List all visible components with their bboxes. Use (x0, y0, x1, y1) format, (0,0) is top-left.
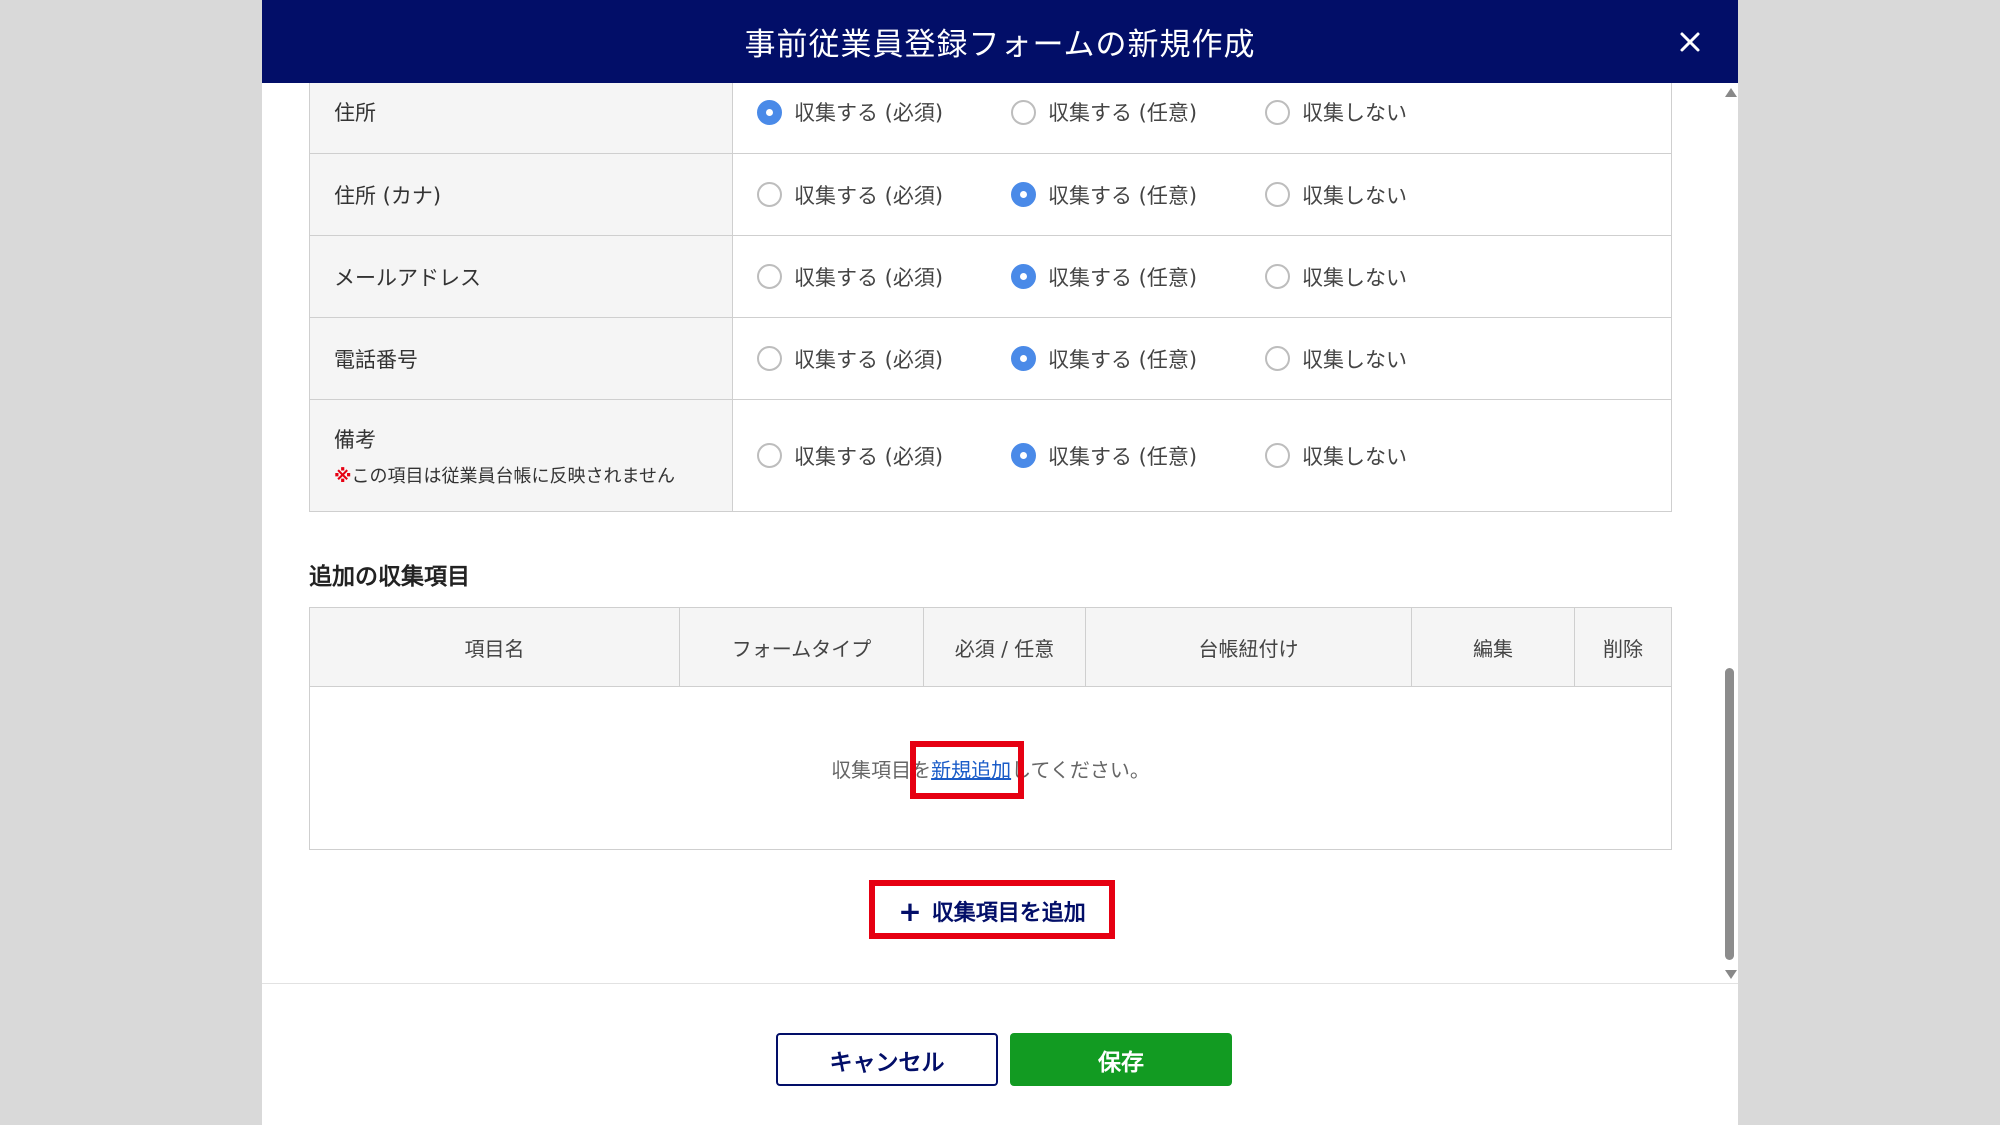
option-label: 収集しない (1302, 183, 1407, 208)
option-required[interactable]: 収集する (必須) (757, 262, 1011, 292)
radio-button[interactable] (1265, 182, 1290, 207)
option-required[interactable]: 収集する (必須) (757, 441, 1011, 471)
column-header: 必須 / 任意 (924, 608, 1086, 686)
close-icon (1680, 32, 1700, 52)
field-options: 収集する (必須) 収集する (任意) 収集しない (733, 154, 1671, 235)
radio-button[interactable] (1011, 264, 1036, 289)
radio-button[interactable] (757, 99, 782, 125)
option-label: 収集する (必須) (794, 183, 944, 208)
option-optional[interactable]: 収集する (任意) (1011, 441, 1265, 471)
empty-suffix: してください。 (1011, 757, 1150, 782)
option-optional[interactable]: 収集する (任意) (1011, 180, 1265, 210)
radio-button[interactable] (1011, 346, 1036, 371)
radio-button[interactable] (1265, 99, 1290, 125)
option-optional[interactable]: 収集する (任意) (1011, 97, 1265, 127)
radio-button[interactable] (757, 443, 782, 468)
note-mark: ※ (334, 465, 352, 487)
option-label: 収集する (必須) (794, 444, 944, 469)
option-label: 収集する (任意) (1048, 101, 1198, 125)
extra-section-title: 追加の収集項目 (309, 564, 470, 590)
field-options: 収集する (必須) 収集する (任意) 収集しない (733, 318, 1671, 399)
radio-button[interactable] (1011, 99, 1036, 125)
field-options: 収集する (必須) 収集する (任意) 収集しない (733, 83, 1671, 153)
radio-button[interactable] (1265, 346, 1290, 371)
field-name: 電話番号 (310, 318, 733, 399)
option-label: 収集する (必須) (794, 347, 944, 372)
option-label: 収集しない (1302, 265, 1407, 290)
option-required[interactable]: 収集する (必須) (757, 180, 1011, 210)
option-none[interactable]: 収集しない (1265, 262, 1519, 292)
fields-table: 住所 収集する (必須) 収集する (任意) 収集しない 住所 (カナ) 収集す… (309, 83, 1672, 512)
option-label: 収集する (必須) (794, 101, 944, 125)
modal-dialog: 事前従業員登録フォームの新規作成 住所 収集する (必須) 収集する (任意) … (262, 0, 1738, 1125)
option-label: 収集する (任意) (1048, 347, 1198, 372)
save-button[interactable]: 保存 (1010, 1033, 1232, 1086)
option-label: 収集する (任意) (1048, 183, 1198, 208)
field-row-phone: 電話番号 収集する (必須) 収集する (任意) 収集しない (310, 318, 1671, 400)
field-name-label: 備考 (334, 427, 376, 452)
field-options: 収集する (必須) 収集する (任意) 収集しない (733, 236, 1671, 317)
scrollbar-thumb[interactable] (1725, 668, 1734, 960)
radio-button[interactable] (1265, 443, 1290, 468)
option-label: 収集する (任意) (1048, 265, 1198, 290)
radio-button[interactable] (757, 264, 782, 289)
column-header: 削除 (1603, 636, 1643, 661)
option-label: 収集しない (1302, 347, 1407, 372)
field-name-label: メールアドレス (334, 265, 481, 290)
radio-button[interactable] (757, 182, 782, 207)
option-required[interactable]: 収集する (必須) (757, 344, 1011, 374)
scroll-down-arrow-icon[interactable] (1725, 970, 1737, 979)
field-row-address: 住所 収集する (必須) 収集する (任意) 収集しない (310, 83, 1671, 154)
option-label: 収集する (任意) (1048, 444, 1198, 469)
column-header: 編集 (1412, 608, 1575, 686)
option-label: 収集しない (1302, 444, 1407, 469)
radio-button[interactable] (757, 346, 782, 371)
note-text: この項目は従業員台帳に反映されません (351, 465, 675, 487)
option-none[interactable]: 収集しない (1265, 180, 1519, 210)
highlight-box (869, 880, 1115, 939)
column-header: 項目名 (310, 608, 680, 686)
column-header: 台帳紐付け (1086, 608, 1412, 686)
field-name: 備考 ※この項目は従業員台帳に反映されません (310, 400, 733, 511)
field-note: ※この項目は従業員台帳に反映されません (334, 462, 732, 488)
field-name: 住所 (カナ) (310, 154, 733, 235)
field-name-label: 住所 (カナ) (334, 183, 442, 208)
option-label: 収集しない (1302, 101, 1407, 125)
field-row-email: メールアドレス 収集する (必須) 収集する (任意) 収集しない (310, 236, 1671, 318)
radio-button[interactable] (1011, 443, 1036, 468)
extra-items-table: 項目名 フォームタイプ 必須 / 任意 台帳紐付け 編集 削除 収集項目を 新規追… (309, 607, 1672, 850)
modal-content: 住所 収集する (必須) 収集する (任意) 収集しない 住所 (カナ) 収集す… (262, 83, 1738, 983)
modal-footer: キャンセル 保存 (262, 983, 1738, 1125)
field-row-remarks: 備考 ※この項目は従業員台帳に反映されません 収集する (必須) 収集する (任… (310, 400, 1671, 511)
table-header: 項目名 フォームタイプ 必須 / 任意 台帳紐付け 編集 削除 (310, 608, 1671, 687)
option-none[interactable]: 収集しない (1265, 344, 1519, 374)
field-name-label: 電話番号 (334, 347, 418, 372)
cancel-button[interactable]: キャンセル (776, 1033, 998, 1086)
radio-button[interactable] (1011, 182, 1036, 207)
close-button[interactable] (1670, 22, 1710, 62)
option-optional[interactable]: 収集する (任意) (1011, 262, 1265, 292)
column-header: フォームタイプ (680, 608, 924, 686)
highlight-box (910, 741, 1024, 799)
option-label: 収集する (必須) (794, 265, 944, 290)
field-name: メールアドレス (310, 236, 733, 317)
option-none[interactable]: 収集しない (1265, 441, 1519, 471)
field-name: 住所 (310, 83, 733, 153)
modal-header: 事前従業員登録フォームの新規作成 (262, 0, 1738, 83)
option-required[interactable]: 収集する (必須) (757, 97, 1011, 127)
field-name-label: 住所 (334, 101, 376, 125)
radio-button[interactable] (1265, 264, 1290, 289)
option-optional[interactable]: 収集する (任意) (1011, 344, 1265, 374)
field-options: 収集する (必須) 収集する (任意) 収集しない (733, 400, 1671, 511)
option-none[interactable]: 収集しない (1265, 97, 1519, 127)
field-row-address-kana: 住所 (カナ) 収集する (必須) 収集する (任意) 収集しない (310, 154, 1671, 236)
modal-title: 事前従業員登録フォームの新規作成 (744, 27, 1256, 63)
scroll-up-arrow-icon[interactable] (1725, 88, 1737, 97)
